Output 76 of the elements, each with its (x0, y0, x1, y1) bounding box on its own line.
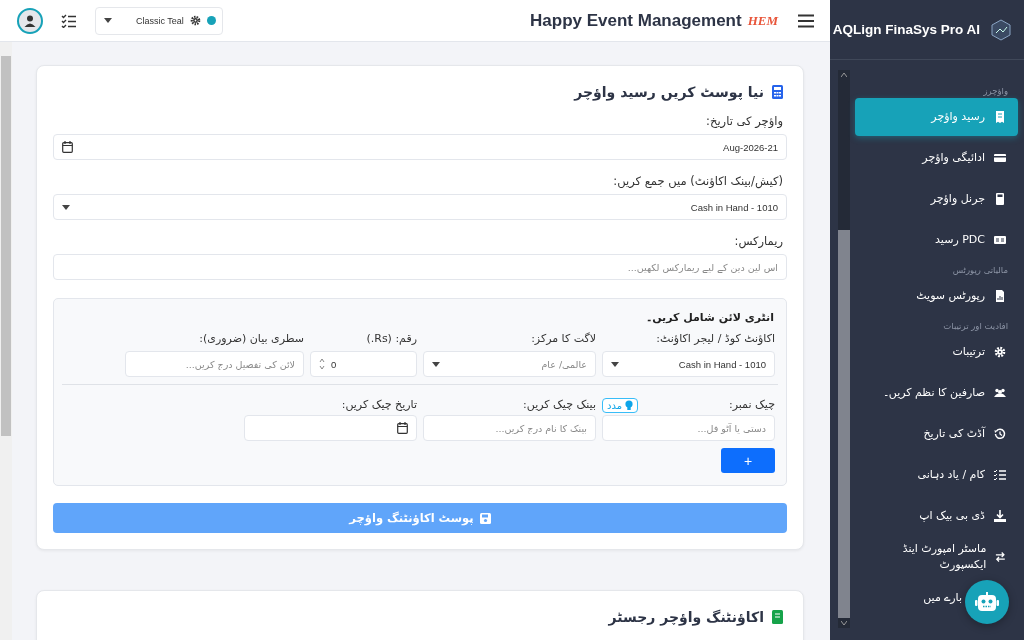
receipt-icon (994, 111, 1006, 123)
section-heading: افادیت اور ترتیبات (942, 321, 1009, 331)
caret-icon (432, 361, 440, 367)
caret-icon (62, 204, 70, 210)
save-icon (479, 512, 491, 524)
book-icon (772, 610, 783, 624)
card-icon (994, 152, 1006, 164)
nav-item[interactable]: جرنل واؤچر (855, 180, 1018, 218)
report-icon (994, 290, 1006, 302)
ledger-account-select[interactable]: Cash in Hand - 1010 (602, 351, 775, 377)
field-label: چیک نمبر: (729, 398, 775, 411)
cheque-number-field[interactable]: دستی یا آٹو فل... (602, 415, 775, 441)
remarks-field[interactable]: اس لین دین کے لیے ریمارکس لکھیں... (53, 254, 787, 280)
lightbulb-icon (625, 400, 634, 411)
gear-icon (189, 15, 201, 26)
idcard-icon (994, 234, 1006, 246)
calculator-icon (772, 85, 783, 99)
date-field[interactable]: Aug-2026-21 (53, 134, 787, 160)
caret-icon (104, 18, 112, 23)
scrollbar[interactable] (838, 70, 850, 628)
download-icon (994, 510, 1006, 522)
nav-item[interactable]: بارے میں (855, 579, 1018, 617)
cost-center-select[interactable]: عالمی/ عام (423, 351, 596, 377)
app-logo: HEM (747, 12, 778, 29)
field-label: سطری بیان (ضروری): (198, 332, 304, 345)
line-description-field[interactable]: لائن کی تفصیل درج کریں... (125, 351, 304, 377)
field-label: بینک چیک کریں: (523, 398, 596, 411)
nav-item[interactable]: ماسٹر امپورٹ اینڈ ایکسپورٹ (855, 538, 1018, 576)
add-line-button[interactable]: + (721, 448, 775, 473)
robot-icon (975, 592, 999, 612)
scroll-down-icon[interactable] (841, 621, 847, 625)
nav-item[interactable]: کام / یاد دہانی (855, 456, 1018, 494)
calendar-icon (62, 141, 73, 153)
panel-title: انٹری لائن شامل کریں۔ (645, 311, 774, 324)
user-icon (23, 13, 37, 28)
menu-icon[interactable] (798, 13, 814, 28)
field-label: ریمارکس: (733, 234, 783, 248)
nav-item[interactable]: ڈی بی بیک اپ (855, 497, 1018, 535)
chatbot-button[interactable] (965, 580, 1009, 624)
history-icon (994, 428, 1006, 440)
caret-icon (611, 361, 619, 367)
nav-item[interactable]: ترتیبات (855, 333, 1018, 371)
tasks-icon (994, 469, 1006, 481)
app-title: Happy Event Management (530, 10, 742, 31)
field-label: واؤچر کی تاریخ: (705, 114, 783, 128)
calc-icon (994, 193, 1006, 205)
users-icon (994, 387, 1006, 399)
bank-name-field[interactable]: بینک کا نام درج کریں... (423, 415, 596, 441)
scrollbar[interactable] (0, 42, 12, 640)
user-avatar-button[interactable] (17, 7, 43, 34)
nav-item[interactable]: صارفین کا نظم کریں۔ (855, 374, 1018, 412)
scroll-up-icon[interactable] (841, 73, 847, 77)
amount-field[interactable]: 0 (310, 351, 417, 377)
logo-icon (990, 18, 1012, 41)
spinner-icon (319, 357, 325, 371)
register-title: اکاؤنٹنگ واؤچر رجسٹر (608, 609, 764, 625)
cheque-date-field[interactable] (244, 415, 417, 441)
calendar-icon (397, 422, 408, 434)
nav-item[interactable]: PDC رسید (855, 221, 1018, 259)
swap-icon (995, 551, 1006, 563)
field-label: لاگت کا مرکز: (530, 332, 596, 345)
checklist-icon[interactable] (61, 13, 77, 28)
theme-selector[interactable]: Classic Teal (95, 6, 223, 35)
nav-item[interactable]: رپورٹس سویٹ (855, 277, 1018, 315)
nav-item[interactable]: ادائیگی واؤچر (855, 139, 1018, 177)
field-label: اکاؤنٹ کوڈ / لیجر اکاؤنٹ: (655, 332, 775, 345)
nav-item[interactable]: آڈٹ کی تاریخ (855, 415, 1018, 453)
brand-name: AQLign FinaSys Pro AI (832, 22, 980, 37)
gear-icon (994, 346, 1006, 358)
field-label: رقم: (Rs.) (365, 332, 417, 345)
section-heading: مالیاتی رپورٹس (951, 265, 1009, 275)
field-label: تاریخ چیک کریں: (341, 398, 417, 411)
section-heading: واؤچرز (982, 86, 1009, 96)
field-label: (کیش/بینک اکاؤنٹ) میں جمع کریں: (612, 174, 783, 188)
account-select[interactable]: Cash in Hand - 1010 (53, 194, 787, 220)
form-title: نیا پوسٹ کریں رسید واؤچر (574, 84, 764, 100)
